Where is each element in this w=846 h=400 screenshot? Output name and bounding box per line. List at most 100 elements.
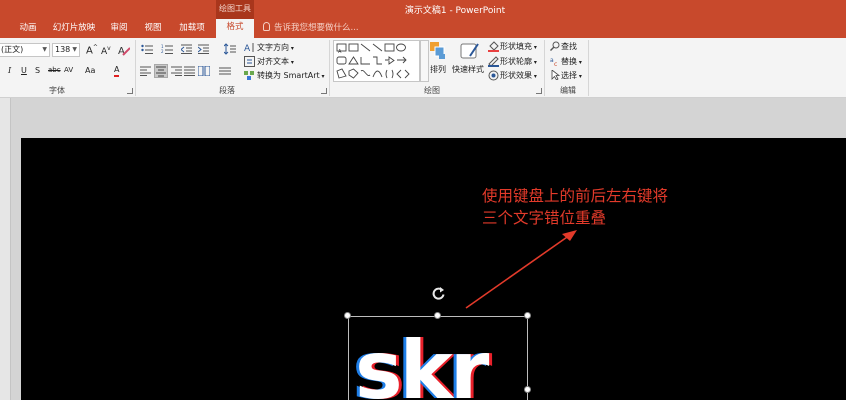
replace-label: 替换 [561, 57, 577, 66]
convert-smartart-button[interactable]: 转换为 SmartArt ▾ [257, 70, 325, 81]
window-title: 演示文稿1 - PowerPoint [404, 6, 506, 16]
align-center-button[interactable] [154, 64, 168, 78]
shape-outline-label: 形状轮廓 [500, 57, 532, 66]
slide-text-white-layer[interactable]: skr [355, 326, 489, 400]
drawing-dialog-launcher-icon[interactable] [536, 88, 542, 94]
chevron-down-icon: ▾ [532, 59, 537, 66]
group-divider [588, 40, 589, 96]
paragraph-dialog-launcher-icon[interactable] [321, 88, 327, 94]
grow-font-label: A [86, 45, 93, 57]
align-right-icon[interactable] [171, 66, 182, 79]
chevron-down-icon: ▾ [319, 73, 325, 80]
slide-canvas[interactable]: 使用键盘上的前后左右键将 三个文字错位重叠 skr skr skr [21, 138, 846, 400]
font-color-button[interactable]: A [114, 65, 120, 77]
text-direction-icon[interactable]: A [244, 42, 255, 56]
align-text-label: 对齐文本 [257, 57, 289, 66]
chevron-down-icon: ▾ [577, 59, 582, 66]
select-label: 选择 [561, 71, 577, 80]
resize-handle[interactable] [524, 386, 531, 393]
font-size-select[interactable]: 138 ▼ [52, 43, 80, 57]
shape-effects-button[interactable]: 形状效果 ▾ [500, 70, 537, 81]
shape-fill-label: 形状填充 [500, 42, 532, 51]
tab-addins[interactable]: 加载项 [174, 20, 210, 38]
shapes-gallery-scroll[interactable] [420, 40, 429, 82]
numbering-icon[interactable]: 12 [161, 44, 173, 57]
font-name-value: (正文) [1, 45, 24, 54]
group-divider [544, 40, 545, 96]
italic-button[interactable]: I [8, 66, 11, 75]
font-name-select[interactable]: (正文) ▼ [0, 43, 50, 57]
chevron-down-icon: ▾ [577, 73, 582, 80]
convert-smartart-label: 转换为 SmartArt [257, 71, 320, 80]
find-button[interactable]: 查找 [561, 41, 577, 52]
chevron-down-icon: ▼ [42, 46, 47, 53]
editing-group-label: 编辑 [560, 86, 576, 95]
select-cursor-icon[interactable] [550, 69, 561, 83]
tab-format[interactable]: 格式 [216, 19, 254, 38]
shape-fill-icon[interactable] [488, 41, 499, 55]
text-shadow-button[interactable]: S [35, 66, 40, 75]
clear-formatting-icon[interactable]: A [118, 44, 131, 59]
chevron-down-icon: ▼ [72, 46, 77, 53]
select-button[interactable]: 选择 ▾ [561, 70, 582, 81]
drawing-group-label: 绘图 [424, 86, 440, 95]
char-spacing-button[interactable]: AV [64, 66, 73, 74]
chevron-down-icon: ▾ [532, 73, 537, 80]
lightbulb-icon [263, 22, 270, 31]
align-text-icon[interactable] [244, 56, 255, 70]
thumbnail-pane-edge[interactable] [0, 98, 11, 400]
smartart-icon[interactable] [244, 70, 255, 84]
increase-indent-icon[interactable] [197, 44, 209, 57]
tell-me-search[interactable]: 告诉我您想要做什么... [263, 20, 359, 36]
shape-outline-icon[interactable] [488, 56, 499, 70]
tab-view[interactable]: 视图 [140, 20, 166, 38]
tell-me-placeholder: 告诉我您想要做什么... [274, 23, 359, 33]
shape-effects-icon[interactable] [488, 70, 499, 84]
grow-font-button[interactable]: A^ [86, 44, 98, 56]
replace-button[interactable]: 替换 ▾ [561, 56, 582, 67]
search-icon[interactable] [550, 41, 560, 54]
replace-icon[interactable]: ac [550, 56, 560, 69]
tab-animations[interactable]: 动画 [14, 20, 42, 38]
quick-styles-button[interactable]: 快速样式 [452, 64, 484, 75]
shrink-font-button[interactable]: Av [101, 45, 111, 57]
shape-effects-label: 形状效果 [500, 71, 532, 80]
resize-handle[interactable] [524, 312, 531, 319]
svg-text:A: A [338, 49, 342, 55]
justify-icon[interactable] [184, 66, 195, 79]
bullets-icon[interactable] [141, 44, 153, 57]
strikethrough-button[interactable]: abc [48, 66, 61, 74]
decrease-indent-icon[interactable] [180, 44, 192, 57]
svg-text:A: A [244, 44, 251, 53]
shape-outline-button[interactable]: 形状轮廓 ▾ [500, 56, 537, 67]
group-divider [135, 40, 136, 96]
arrange-button[interactable]: 排列 [430, 64, 446, 75]
line-spacing-icon[interactable] [223, 43, 236, 58]
text-direction-label: 文字方向 [257, 43, 289, 52]
resize-handle[interactable] [434, 312, 441, 319]
group-divider [329, 40, 330, 96]
align-text-button[interactable]: 对齐文本 ▾ [257, 56, 294, 67]
font-size-value: 138 [55, 45, 71, 54]
paragraph-group-label: 段落 [219, 86, 235, 95]
chevron-down-icon: ▾ [532, 44, 537, 51]
context-group-label: 绘图工具 [219, 4, 251, 13]
text-direction-button[interactable]: 文字方向 ▾ [257, 42, 294, 53]
shape-fill-button[interactable]: 形状填充 ▾ [500, 41, 537, 52]
align-left-icon[interactable] [140, 66, 151, 79]
change-case-button[interactable]: Aa [85, 66, 95, 75]
columns-icon[interactable] [197, 65, 211, 79]
paragraph-align-icon[interactable] [219, 66, 231, 79]
font-group-label: 字体 [49, 86, 65, 95]
shapes-gallery[interactable]: A [333, 40, 420, 82]
font-dialog-launcher-icon[interactable] [127, 88, 133, 94]
chevron-down-icon: ▾ [289, 59, 294, 66]
rotate-handle-icon[interactable] [431, 286, 446, 304]
quick-styles-icon[interactable] [460, 42, 480, 63]
chevron-down-icon: ▾ [289, 45, 294, 52]
arrange-icon[interactable] [430, 42, 446, 63]
tab-slideshow[interactable]: 幻灯片放映 [51, 20, 97, 38]
tab-review[interactable]: 审阅 [106, 20, 132, 38]
underline-button[interactable]: U [21, 66, 27, 75]
resize-handle[interactable] [344, 312, 351, 319]
